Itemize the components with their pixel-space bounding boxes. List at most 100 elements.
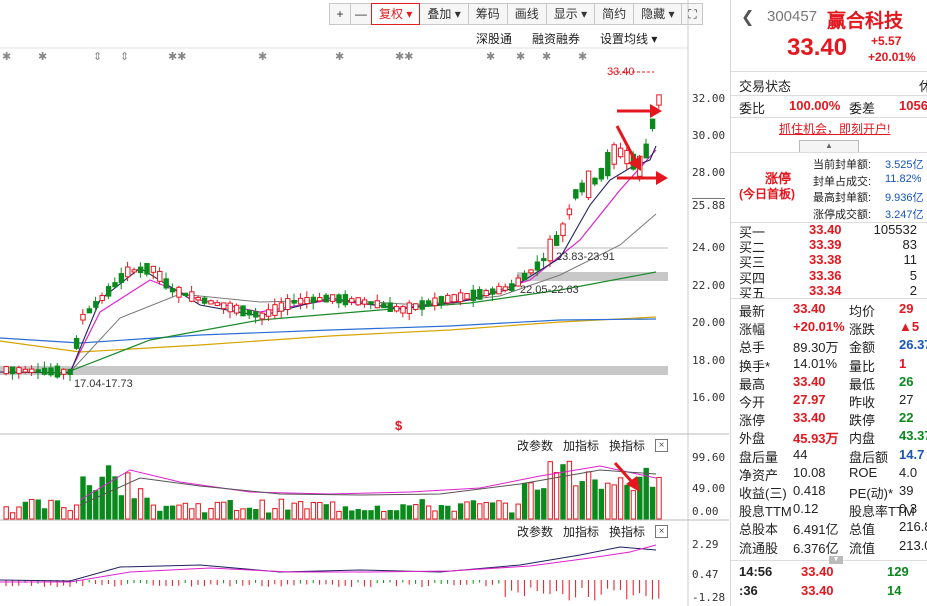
low-range-label: 17.04-17.73 — [74, 378, 133, 390]
volume-bar — [649, 486, 656, 520]
volume-bar — [310, 501, 317, 520]
edit-params-button[interactable]: 改参数 — [517, 437, 553, 454]
stat-label: 流值 — [849, 540, 876, 556]
volume-bar — [304, 508, 310, 520]
quote-panel: ❮ 300457 赢合科技 33.40 +5.57 +20.01% 交易状态 休… — [730, 0, 927, 606]
candle-body — [381, 303, 387, 309]
candle-body — [400, 306, 406, 314]
collapse-icon[interactable]: ▲ — [799, 140, 859, 152]
promo-link[interactable]: 抓住机会，即刻开户! — [779, 120, 890, 137]
volume-bar — [368, 510, 374, 520]
volume-bar — [176, 504, 182, 520]
volume-bar — [605, 482, 611, 520]
seal-row-value: 3.247亿 — [885, 208, 924, 221]
volume-bar — [374, 505, 381, 520]
adjust-dropdown[interactable]: 复权 ▾ — [371, 3, 421, 25]
volume-bar — [624, 484, 630, 520]
tick-price: 33.40 — [801, 583, 834, 598]
candle-body — [547, 238, 553, 262]
candle-body — [310, 296, 317, 304]
stat-value: 27 — [899, 392, 914, 407]
stat-label: 内盘 — [849, 431, 876, 447]
volume-bar — [189, 508, 195, 520]
event-marker[interactable]: $ — [395, 418, 402, 433]
edit-params-button[interactable]: 改参数 — [517, 523, 553, 540]
candle-body — [521, 272, 528, 281]
candle-body — [16, 367, 22, 374]
bid-price: 33.40 — [809, 222, 842, 237]
volume-bar — [483, 501, 489, 520]
volume-bar — [521, 482, 528, 520]
stat-label: 最高 — [739, 376, 766, 392]
candle-body — [144, 263, 150, 275]
close-icon[interactable]: × — [655, 439, 669, 452]
trade-status-value: 休 — [919, 76, 927, 95]
back-icon[interactable]: ❮ — [741, 7, 754, 27]
stat-value: 33.40 — [793, 373, 826, 389]
switch-indicator-button[interactable]: 换指标 — [609, 523, 645, 540]
stat-label: 昨收 — [849, 395, 876, 410]
volume-bar — [630, 490, 637, 520]
seal-row-label: 当前封单额: — [813, 159, 872, 171]
stat-label: 涨停 — [739, 413, 766, 429]
stat-value: 39 — [899, 483, 914, 498]
volume-tick: 49.00 — [692, 482, 726, 495]
stat-value: 89.30万 — [793, 340, 839, 356]
volume-bar — [317, 502, 323, 520]
stat-value: 26 — [899, 373, 914, 389]
candle-body — [189, 291, 195, 302]
candle-body — [182, 292, 189, 297]
volume-bar — [585, 471, 592, 520]
svg-text:⇕: ⇕ — [93, 50, 102, 63]
candle-body — [35, 369, 41, 373]
stat-label: 最新 — [739, 304, 766, 319]
volume-bar — [67, 510, 73, 520]
last-price: 33.40 — [787, 34, 848, 61]
price-tick: 16.00 — [692, 391, 726, 404]
volume-bar — [112, 476, 118, 520]
close-icon[interactable]: × — [655, 525, 669, 538]
svg-text:✱: ✱ — [258, 50, 267, 63]
volume-bar — [3, 506, 9, 520]
svg-text:✱: ✱ — [2, 50, 11, 63]
volume-bar — [195, 503, 201, 520]
candle-body — [598, 167, 605, 180]
expand-icon[interactable]: ▼ — [829, 556, 843, 564]
add-indicator-button[interactable]: 加指标 — [563, 437, 599, 454]
volume-bar — [477, 503, 483, 520]
volume-bar — [246, 507, 253, 520]
candle-body — [297, 297, 304, 305]
volume-bar — [573, 485, 579, 520]
candle-body — [451, 294, 457, 303]
volume-bar — [227, 499, 233, 520]
upper-range-label: 23.83-23.91 — [556, 251, 615, 263]
volume-bar — [438, 505, 445, 520]
price-tick: 28.00 — [692, 166, 726, 179]
bid-volume: 2 — [909, 282, 917, 298]
bid-volume: 105532 — [873, 222, 917, 237]
stat-label: 总值 — [849, 522, 876, 538]
volume-bar — [272, 508, 278, 520]
trade-status-label: 交易状态 — [739, 79, 792, 94]
add-indicator-button[interactable]: 加指标 — [563, 523, 599, 540]
volume-bar — [336, 510, 342, 520]
volume-bar — [419, 499, 425, 520]
candle-body — [304, 297, 310, 305]
kline-chart-area[interactable]: + — 复权 ▾ 叠加 ▾ 筹码 画线 显示 ▾ 简约 隐藏 ▾ ⛶ 深股通 融… — [0, 0, 729, 606]
candle-body — [624, 149, 630, 165]
stat-value: 33.40 — [793, 410, 826, 426]
volume-bar — [48, 499, 54, 520]
volume-bar — [93, 490, 99, 520]
stat-label: 跌停 — [849, 413, 876, 429]
candle-body — [419, 300, 425, 310]
candle-body — [534, 261, 541, 271]
candle-body — [464, 293, 470, 300]
bid-volume: 11 — [903, 252, 918, 268]
candle-body — [246, 309, 253, 316]
candle-body — [579, 182, 585, 193]
switch-indicator-button[interactable]: 换指标 — [609, 437, 645, 454]
stat-value: 6.376亿 — [793, 540, 839, 556]
volume-bar — [41, 508, 48, 520]
bid-price: 33.36 — [809, 267, 842, 283]
stat-value: ▲5 — [899, 319, 920, 335]
